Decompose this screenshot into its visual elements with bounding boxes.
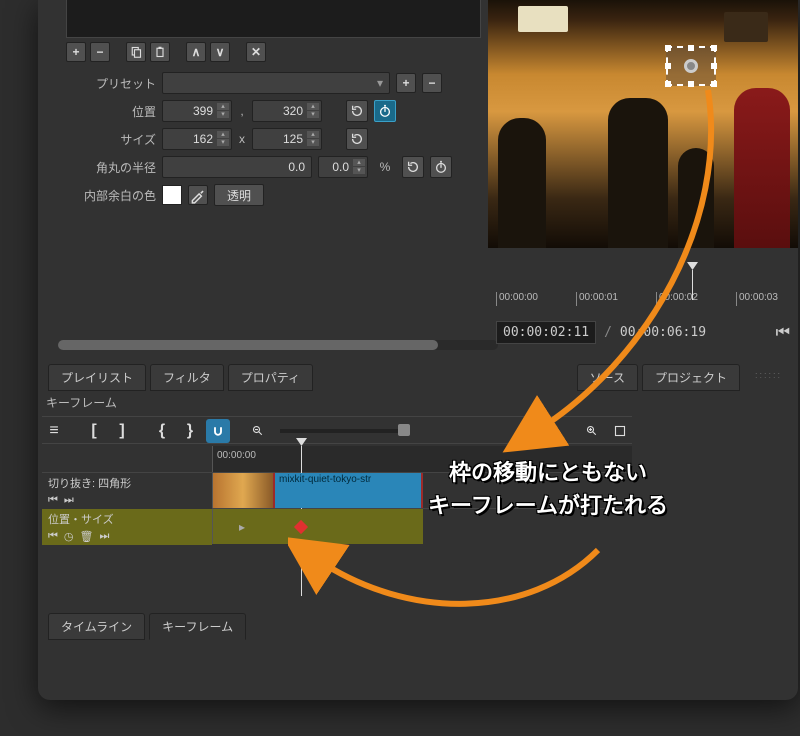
crop-center-handle[interactable] (684, 59, 698, 73)
effect-preview-box (66, 0, 481, 38)
add-filter-button[interactable]: + (66, 42, 86, 62)
preview-tick: 00:00:00 (496, 292, 538, 306)
transparent-button[interactable]: 透明 (214, 184, 264, 206)
size-label: サイズ (66, 131, 156, 148)
zoom-in-button[interactable] (580, 419, 604, 443)
preview-tick: 00:00:03 (736, 292, 778, 306)
preset-label: プリセット (66, 75, 156, 92)
close-button[interactable]: ✕ (246, 42, 266, 62)
clip-thumbnail[interactable] (213, 473, 275, 508)
paste-button[interactable] (150, 42, 170, 62)
radius-keyframe-toggle[interactable] (430, 156, 452, 178)
left-tab-strip: プレイリスト フィルタ プロパティ (48, 364, 313, 391)
preset-dropdown[interactable] (162, 72, 390, 94)
kf-bracket-open-button[interactable]: [ (82, 419, 106, 443)
padcolor-swatch[interactable] (162, 185, 182, 205)
preview-tick: 00:00:01 (576, 292, 618, 306)
position-keyframe-toggle[interactable] (374, 100, 396, 122)
tab-filter[interactable]: フィルタ (150, 364, 224, 391)
radius-value-input[interactable]: 0.0▴▾ (318, 156, 368, 178)
tab-project[interactable]: プロジェクト (642, 364, 740, 391)
bottom-tab-strip: タイムライン キーフレーム (48, 613, 246, 640)
tab-timeline[interactable]: タイムライン (48, 613, 145, 640)
current-timecode-input[interactable]: 00:00:02:11 (496, 321, 596, 344)
radius-slider[interactable]: 0.0 (162, 156, 312, 178)
position-y-input[interactable]: 320▴▾ (252, 100, 322, 122)
clip-blue[interactable]: mixkit-quiet-tokyo-str (275, 473, 423, 508)
remove-filter-button[interactable]: − (90, 42, 110, 62)
total-timecode: 00:00:06:19 (620, 325, 706, 340)
right-tab-strip: ソース プロジェクト (577, 364, 740, 391)
tab-property[interactable]: プロパティ (228, 364, 313, 391)
tab-playlist[interactable]: プレイリスト (48, 364, 146, 391)
zoom-slider[interactable] (280, 429, 410, 433)
app-window: + − ∧ ∨ ✕ プリセット + − 位置 399▴▾ , 320▴▾ (38, 0, 798, 700)
annotation-text: 枠の移動にともない キーフレームが打たれる (428, 456, 668, 522)
kf-snap-button[interactable] (206, 419, 230, 443)
preview-time-ruler[interactable]: 00:00:00 00:00:01 00:00:02 00:00:03 (488, 286, 798, 310)
zoom-out-button[interactable] (246, 419, 270, 443)
kf-delete-icon[interactable]: 🗑 (80, 530, 94, 543)
track-next-icon[interactable]: ⏭ (64, 494, 74, 507)
kf-stopwatch-icon[interactable]: ◷ (64, 530, 74, 543)
tab-keyframe[interactable]: キーフレーム (149, 613, 246, 640)
preset-remove-button[interactable]: − (422, 73, 442, 93)
kf-prev-icon[interactable]: ⏮ (48, 530, 58, 543)
position-sep: , (238, 104, 246, 118)
tab-source[interactable]: ソース (577, 364, 638, 391)
radius-row: 角丸の半径 0.0 0.0▴▾ % (66, 156, 496, 178)
size-row: サイズ 162▴▾ x 125▴▾ (66, 128, 496, 150)
skip-start-icon[interactable]: ⏮ (776, 322, 790, 342)
track-crop-name: 切り抜き: 四角形 (48, 475, 206, 491)
keyframe-panel-title: キーフレーム (46, 394, 117, 411)
position-row: 位置 399▴▾ , 320▴▾ (66, 100, 496, 122)
padcolor-row: 内部余白の色 透明 (66, 184, 496, 206)
chevron-right-icon: ▸ (239, 520, 245, 534)
properties-panel: プリセット + − 位置 399▴▾ , 320▴▾ サイズ 162▴▾ x 1… (66, 72, 496, 212)
move-down-button[interactable]: ∨ (210, 42, 230, 62)
annotation-arrow-2 (288, 530, 608, 630)
preview-playhead[interactable] (692, 270, 693, 300)
position-reset-button[interactable] (346, 100, 368, 122)
radius-unit: % (374, 160, 396, 174)
kf-next-icon[interactable]: ⏭ (99, 530, 109, 543)
preset-row: プリセット + − (66, 72, 496, 94)
size-sep: x (238, 132, 246, 146)
timecode-bar: 00:00:02:11 / 00:00:06:19 ⏮ (488, 318, 798, 346)
kf-brace-open-button[interactable]: { (150, 419, 174, 443)
crop-rectangle-handle[interactable] (666, 46, 716, 86)
zoom-fit-button[interactable] (608, 419, 632, 443)
ruler-tick: 00:00:00 (217, 450, 256, 461)
kf-bracket-close-button[interactable]: ] (110, 419, 134, 443)
timecode-sep: / (604, 325, 612, 340)
copy-button[interactable] (126, 42, 146, 62)
position-x-input[interactable]: 399▴▾ (162, 100, 232, 122)
radius-label: 角丸の半径 (66, 159, 156, 176)
preset-add-button[interactable]: + (396, 73, 416, 93)
size-h-input[interactable]: 125▴▾ (252, 128, 322, 150)
padcolor-label: 内部余白の色 (66, 187, 156, 204)
keyframe-toolbar: ≡ [ ] { } (42, 416, 632, 444)
panel-grip-icon[interactable]: :::::: (755, 370, 782, 380)
filter-toolbar: + − ∧ ∨ ✕ (66, 42, 266, 62)
track-prev-icon[interactable]: ⏮ (48, 494, 58, 507)
size-w-input[interactable]: 162▴▾ (162, 128, 232, 150)
panel-scrollbar[interactable] (58, 340, 498, 350)
size-reset-button[interactable] (346, 128, 368, 150)
move-up-button[interactable]: ∧ (186, 42, 206, 62)
position-label: 位置 (66, 103, 156, 120)
preview-viewport[interactable] (488, 0, 798, 248)
track-pos-name: 位置・サイズ (48, 511, 206, 527)
kf-menu-button[interactable]: ≡ (42, 419, 66, 443)
kf-brace-close-button[interactable]: } (178, 419, 202, 443)
radius-reset-button[interactable] (402, 156, 424, 178)
eyedropper-button[interactable] (188, 185, 208, 205)
